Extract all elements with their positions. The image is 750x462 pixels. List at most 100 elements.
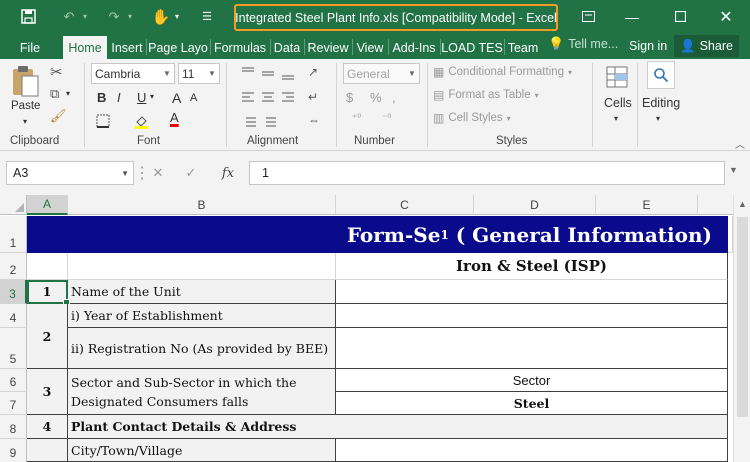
copy-icon[interactable]: ⧉ xyxy=(50,86,59,102)
paste-dropdown-icon[interactable]: ▾ xyxy=(23,117,27,126)
redo-dropdown-icon[interactable]: ▾ xyxy=(125,0,135,33)
row-header-1[interactable]: 1 xyxy=(0,216,27,253)
tell-me-box[interactable]: 💡 Tell me... xyxy=(548,36,618,52)
tab-home[interactable]: Home xyxy=(63,36,107,59)
subtitle-cell[interactable]: Iron & Steel (ISP) xyxy=(336,253,728,280)
font-name-combo[interactable]: Cambria ▼ xyxy=(91,63,175,84)
expand-formula-bar-icon[interactable]: ▼ xyxy=(729,165,738,175)
cell-c3[interactable] xyxy=(336,280,728,304)
indent-icons[interactable] xyxy=(240,115,280,129)
editing-dropdown-icon[interactable]: ▾ xyxy=(656,114,660,123)
vertical-align-icons[interactable] xyxy=(240,65,300,81)
scrollbar-thumb[interactable] xyxy=(737,217,748,417)
cell-b2[interactable] xyxy=(68,253,336,280)
redo-icon[interactable]: ↷ xyxy=(103,0,125,33)
row-header-3[interactable]: 3 xyxy=(0,280,27,304)
cut-icon[interactable]: ✂ xyxy=(50,63,63,81)
borders-icon[interactable] xyxy=(96,113,112,129)
italic-button[interactable]: I xyxy=(117,90,121,105)
underline-dropdown-icon[interactable]: ▾ xyxy=(150,92,154,101)
font-size-combo[interactable]: 11 ▼ xyxy=(178,63,220,84)
tab-formulas[interactable]: Formulas xyxy=(211,36,269,59)
underline-button[interactable]: U xyxy=(137,90,146,105)
row-header-4[interactable]: 4 xyxy=(0,304,27,328)
increase-decimal-icon[interactable]: ⁺⁰ xyxy=(352,113,361,124)
save-icon[interactable] xyxy=(16,0,40,33)
tab-load-tes[interactable]: LOAD TES xyxy=(441,36,503,59)
search-icon[interactable] xyxy=(647,61,675,89)
sign-in-link[interactable]: Sign in xyxy=(629,36,667,56)
cells-icon[interactable] xyxy=(605,63,631,91)
formula-bar-grip-icon[interactable]: ⋮ xyxy=(134,161,150,185)
ribbon-display-icon[interactable] xyxy=(568,0,608,33)
column-header-e[interactable]: E xyxy=(596,195,698,215)
cells-button[interactable]: Cells xyxy=(604,96,632,110)
share-button[interactable]: 👤 Share xyxy=(674,35,739,57)
column-header-a[interactable]: A xyxy=(27,195,68,215)
tab-add-ins[interactable]: Add-Ins xyxy=(389,36,439,59)
tab-team[interactable]: Team xyxy=(505,36,541,59)
cell-a2[interactable] xyxy=(27,253,68,280)
cell-styles-button[interactable]: ▥ Cell Styles ▾ xyxy=(433,111,511,125)
name-box[interactable]: A3 ▼ xyxy=(6,161,134,185)
collapse-ribbon-icon[interactable]: ︿ xyxy=(735,136,745,151)
touch-mode-icon[interactable]: ✋ xyxy=(150,0,172,33)
column-header-d[interactable]: D xyxy=(474,195,596,215)
row-header-5[interactable]: 5 xyxy=(0,328,27,369)
conditional-formatting-button[interactable]: ▦ Conditional Formatting ▾ xyxy=(433,65,572,79)
cell-b8[interactable]: Plant Contact Details & Address xyxy=(68,415,728,439)
insert-function-button[interactable]: fx xyxy=(215,161,241,185)
cell-c6[interactable]: Sector xyxy=(336,369,728,392)
maximize-icon[interactable] xyxy=(660,0,700,33)
undo-icon[interactable]: ↶ xyxy=(58,0,80,33)
fill-color-icon[interactable] xyxy=(134,113,150,129)
cell-c9[interactable] xyxy=(336,439,728,462)
paste-button[interactable]: Paste xyxy=(11,100,40,112)
select-all-button[interactable] xyxy=(0,195,27,215)
number-format-combo[interactable]: General ▼ xyxy=(343,63,420,84)
cell-a6[interactable]: 3 xyxy=(27,369,68,415)
customize-qat-icon[interactable]: ☰ xyxy=(198,0,216,33)
cell-b5[interactable]: ii) Registration No (As provided by BEE) xyxy=(68,328,336,369)
cell-a4[interactable]: 2 xyxy=(27,304,68,369)
tab-insert[interactable]: Insert xyxy=(108,36,146,59)
merge-center-icon[interactable]: ⇔ xyxy=(308,113,320,127)
tab-page-layout[interactable]: Page Layo xyxy=(147,36,209,59)
font-color-button[interactable]: A xyxy=(170,110,179,125)
horizontal-align-icons[interactable] xyxy=(240,90,300,106)
vertical-scrollbar[interactable]: ▲ xyxy=(733,195,750,462)
paste-icon[interactable] xyxy=(10,63,42,99)
decrease-decimal-icon[interactable]: ⁻⁰ xyxy=(382,113,391,124)
row-header-6[interactable]: 6 xyxy=(0,369,27,392)
tab-data[interactable]: Data xyxy=(271,36,303,59)
cell-c7[interactable]: Steel xyxy=(336,392,728,415)
grow-font-button[interactable]: A xyxy=(172,90,181,106)
comma-icon[interactable]: , xyxy=(392,90,396,105)
copy-dropdown-icon[interactable]: ▾ xyxy=(66,89,70,98)
formula-input[interactable]: 1 xyxy=(249,161,725,185)
cell-b9[interactable]: City/Town/Village xyxy=(68,439,336,462)
enter-check-icon[interactable]: ✓ xyxy=(180,161,202,185)
column-header-b[interactable]: B xyxy=(68,195,336,215)
wrap-text-icon[interactable]: ↵ xyxy=(308,90,318,104)
column-header-f[interactable] xyxy=(698,195,733,215)
format-painter-icon[interactable]: 🖌 xyxy=(50,108,67,124)
cell-a9[interactable] xyxy=(27,439,68,462)
row-header-7[interactable]: 7 xyxy=(0,392,27,415)
tab-review[interactable]: Review xyxy=(305,36,351,59)
cells-dropdown-icon[interactable]: ▾ xyxy=(614,114,618,123)
currency-icon[interactable]: $ xyxy=(346,90,353,105)
cell-b6[interactable]: Sector and Sub-Sector in which the Desig… xyxy=(68,369,336,415)
close-icon[interactable]: ✕ xyxy=(706,0,746,33)
row-header-2[interactable]: 2 xyxy=(0,253,27,280)
percent-button[interactable]: % xyxy=(370,90,382,105)
cancel-icon[interactable]: ✕ xyxy=(147,161,169,185)
cell-b4[interactable]: i) Year of Establishment xyxy=(68,304,336,328)
cell-a8[interactable]: 4 xyxy=(27,415,68,439)
column-header-c[interactable]: C xyxy=(336,195,474,215)
touch-dropdown-icon[interactable]: ▾ xyxy=(172,0,182,33)
tab-file[interactable]: File xyxy=(12,36,48,59)
active-cell-selection[interactable] xyxy=(27,280,70,306)
format-as-table-button[interactable]: ▤ Format as Table ▾ xyxy=(433,88,539,102)
cell-c5[interactable] xyxy=(336,328,728,369)
